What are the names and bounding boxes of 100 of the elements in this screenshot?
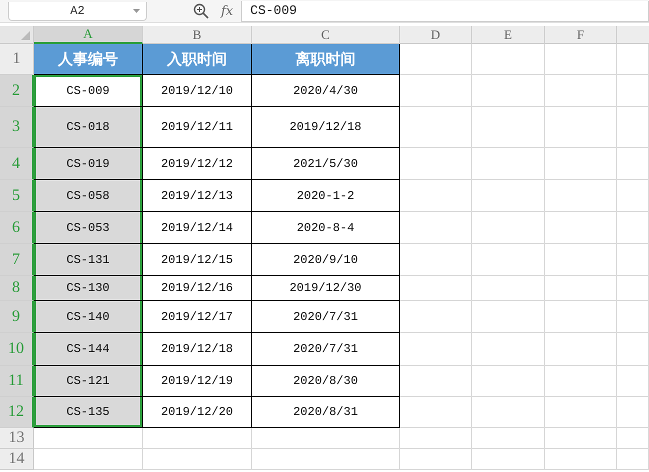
grid-cell[interactable] bbox=[400, 212, 472, 244]
grid-cell[interactable] bbox=[252, 449, 400, 470]
table-cell[interactable]: CS-144 bbox=[34, 333, 143, 366]
grid-cell[interactable] bbox=[617, 276, 649, 301]
function-button[interactable]: fx bbox=[221, 4, 234, 18]
grid-cell[interactable] bbox=[400, 276, 472, 301]
grid-cell[interactable] bbox=[472, 180, 545, 212]
grid-cell[interactable] bbox=[472, 366, 545, 397]
table-cell[interactable]: 2020-1-2 bbox=[252, 180, 400, 212]
grid-cell[interactable] bbox=[545, 301, 617, 333]
row-header[interactable]: 1 bbox=[0, 44, 34, 75]
grid-cell[interactable] bbox=[400, 366, 472, 397]
table-cell[interactable]: 2019/12/20 bbox=[143, 397, 252, 428]
grid-cell[interactable] bbox=[472, 333, 545, 366]
table-cell[interactable]: 2019/12/19 bbox=[143, 366, 252, 397]
grid-cell[interactable] bbox=[472, 397, 545, 428]
grid-cell[interactable] bbox=[545, 75, 617, 107]
grid-cell[interactable] bbox=[617, 148, 649, 180]
grid-cell[interactable] bbox=[617, 75, 649, 107]
table-cell[interactable]: CS-135 bbox=[34, 397, 143, 428]
table-cell[interactable]: 2019/12/12 bbox=[143, 148, 252, 180]
table-cell[interactable]: CS-018 bbox=[34, 107, 143, 148]
grid-cell[interactable] bbox=[400, 75, 472, 107]
table-cell[interactable]: 2019/12/10 bbox=[143, 75, 252, 107]
grid-cell[interactable] bbox=[472, 212, 545, 244]
grid-cell[interactable] bbox=[34, 428, 143, 449]
table-cell[interactable]: 2019/12/11 bbox=[143, 107, 252, 148]
table-cell[interactable]: 2019/12/15 bbox=[143, 244, 252, 276]
grid-cell[interactable] bbox=[617, 180, 649, 212]
grid-cell[interactable] bbox=[400, 449, 472, 470]
grid-cell[interactable] bbox=[545, 449, 617, 470]
table-cell[interactable]: 2020/8/30 bbox=[252, 366, 400, 397]
grid-cell[interactable] bbox=[545, 148, 617, 180]
table-cell[interactable]: CS-009 bbox=[34, 75, 143, 107]
grid-cell[interactable] bbox=[400, 180, 472, 212]
table-cell[interactable]: CS-019 bbox=[34, 148, 143, 180]
grid-cell[interactable] bbox=[472, 148, 545, 180]
grid-cell[interactable] bbox=[617, 44, 649, 75]
grid-cell[interactable] bbox=[545, 428, 617, 449]
table-cell[interactable]: 2020/4/30 bbox=[252, 75, 400, 107]
grid-cell[interactable] bbox=[400, 244, 472, 276]
grid-cell[interactable] bbox=[617, 449, 649, 470]
grid-cell[interactable] bbox=[400, 333, 472, 366]
table-cell[interactable]: 2020/7/31 bbox=[252, 333, 400, 366]
table-cell[interactable]: 2019/12/17 bbox=[143, 301, 252, 333]
grid-cell[interactable] bbox=[400, 107, 472, 148]
table-cell[interactable]: 2020-8-4 bbox=[252, 212, 400, 244]
grid-cell[interactable] bbox=[545, 366, 617, 397]
grid-cell[interactable] bbox=[472, 107, 545, 148]
grid-cell[interactable] bbox=[545, 44, 617, 75]
grid-cell[interactable] bbox=[400, 428, 472, 449]
grid-cell[interactable] bbox=[545, 244, 617, 276]
grid-cell[interactable] bbox=[472, 276, 545, 301]
grid-cell[interactable] bbox=[472, 44, 545, 75]
grid-cell[interactable] bbox=[617, 301, 649, 333]
table-cell[interactable]: CS-121 bbox=[34, 366, 143, 397]
grid-cell[interactable] bbox=[617, 333, 649, 366]
grid-cell[interactable] bbox=[617, 212, 649, 244]
grid-cell[interactable] bbox=[252, 428, 400, 449]
formula-field[interactable]: CS-009 bbox=[241, 0, 649, 22]
column-header[interactable]: C bbox=[252, 26, 400, 44]
grid-cell[interactable] bbox=[472, 449, 545, 470]
row-header[interactable]: 13 bbox=[0, 428, 34, 449]
grid-cell[interactable] bbox=[143, 428, 252, 449]
grid-cell[interactable] bbox=[545, 276, 617, 301]
table-cell[interactable]: CS-140 bbox=[34, 301, 143, 333]
grid-cell[interactable] bbox=[617, 107, 649, 148]
grid-cell[interactable] bbox=[400, 148, 472, 180]
column-header[interactable]: F bbox=[545, 26, 617, 44]
grid-cell[interactable] bbox=[617, 244, 649, 276]
table-cell[interactable]: 2021/5/30 bbox=[252, 148, 400, 180]
table-cell[interactable]: 2020/7/31 bbox=[252, 301, 400, 333]
table-cell[interactable]: 2020/8/31 bbox=[252, 397, 400, 428]
grid-cell[interactable] bbox=[617, 397, 649, 428]
grid-cell[interactable] bbox=[617, 428, 649, 449]
column-header[interactable]: B bbox=[143, 26, 252, 44]
grid-cell[interactable] bbox=[34, 449, 143, 470]
grid-cell[interactable] bbox=[545, 397, 617, 428]
table-cell[interactable]: CS-053 bbox=[34, 212, 143, 244]
grid-cell[interactable] bbox=[472, 75, 545, 107]
grid-cell[interactable] bbox=[472, 301, 545, 333]
grid-cell[interactable] bbox=[400, 301, 472, 333]
grid-cell[interactable] bbox=[545, 212, 617, 244]
row-header[interactable]: 14 bbox=[0, 449, 34, 470]
zoom-icon[interactable] bbox=[193, 3, 209, 19]
table-cell[interactable]: CS-130 bbox=[34, 276, 143, 301]
table-cell[interactable]: 2019/12/30 bbox=[252, 276, 400, 301]
grid-cell[interactable] bbox=[545, 107, 617, 148]
grid-cell[interactable] bbox=[400, 44, 472, 75]
table-cell[interactable]: 2019/12/14 bbox=[143, 212, 252, 244]
grid-cell[interactable] bbox=[545, 333, 617, 366]
grid-cell[interactable] bbox=[143, 449, 252, 470]
table-cell[interactable]: 2020/9/10 bbox=[252, 244, 400, 276]
grid-cell[interactable] bbox=[400, 397, 472, 428]
grid-cell[interactable] bbox=[545, 180, 617, 212]
column-header[interactable]: D bbox=[400, 26, 472, 44]
table-cell[interactable]: 2019/12/18 bbox=[143, 333, 252, 366]
table-cell[interactable]: 2019/12/13 bbox=[143, 180, 252, 212]
table-cell[interactable]: CS-131 bbox=[34, 244, 143, 276]
table-cell[interactable]: CS-058 bbox=[34, 180, 143, 212]
